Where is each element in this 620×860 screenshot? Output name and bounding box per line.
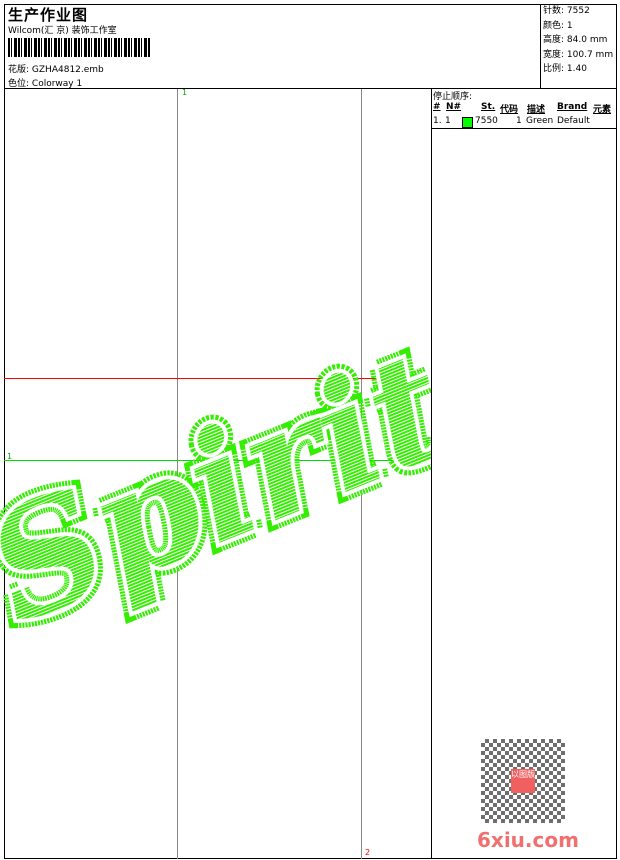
header-divider xyxy=(4,88,617,89)
row-code: 1 xyxy=(516,116,522,126)
col-n: N# xyxy=(446,102,462,112)
col-index: # xyxy=(433,102,441,112)
color-swatch xyxy=(462,117,473,128)
company-name: Wilcom(汇 京) 装饰工作室 xyxy=(8,26,117,36)
stop-sequence-title: 停止顺序: xyxy=(433,92,473,102)
design-value: GZHA4812.emb xyxy=(31,65,104,75)
page-title: 生产作业图 xyxy=(8,6,89,24)
col-description: 描述 xyxy=(527,105,546,115)
barcode xyxy=(8,38,150,57)
marker-bottom: 2 xyxy=(365,848,371,857)
col-stitches: St. xyxy=(481,102,496,112)
design-info-panel: 针数: 7552 颜色: 1 高度: 84.0 mm 宽度: 100.7 mm … xyxy=(540,4,618,88)
col-brand: Brand xyxy=(557,102,588,112)
info-height: 高度: 84.0 mm xyxy=(543,35,608,45)
seal-stamp: 以图版 xyxy=(511,769,535,793)
row-n: 1 xyxy=(445,116,451,126)
design-fill: Spirit xyxy=(0,317,431,658)
info-scale: 比例: 1.40 xyxy=(543,64,587,74)
design-label: 花版: xyxy=(8,65,30,75)
row-description: Green xyxy=(526,116,554,126)
marker-top: 1 xyxy=(182,88,188,97)
panel-divider xyxy=(431,88,432,859)
row-brand: Default xyxy=(557,116,590,126)
row-index: 1. xyxy=(433,116,442,126)
col-element: 元素 xyxy=(593,105,612,115)
info-width: 宽度: 100.7 mm xyxy=(543,49,614,60)
table-row[interactable]: 1. 1 7550 1 Green Default xyxy=(433,116,617,128)
col-code: 代码 xyxy=(500,105,519,115)
row-stitches: 7550 xyxy=(475,116,498,126)
stop-sequence-header: # N# St. 代码 描述 Brand 元素 xyxy=(433,102,617,115)
info-stitches: 针数: 7552 xyxy=(543,6,590,16)
info-colors: 颜色: 1 xyxy=(543,20,573,31)
table-divider xyxy=(431,128,617,129)
design-file: 花版: GZHA4812.emb xyxy=(8,62,104,75)
watermark-logo: 6xiu.com xyxy=(477,828,579,852)
embroidery-design: Spirit Spirit Spirit xyxy=(0,308,431,660)
